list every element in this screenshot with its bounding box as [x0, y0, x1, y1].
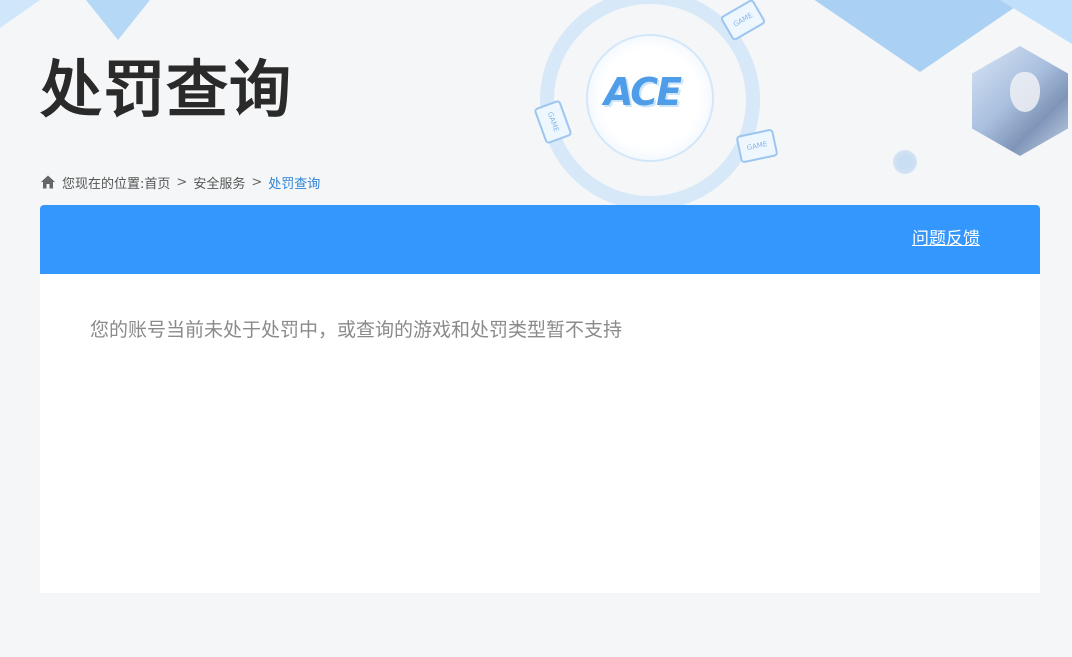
- page-title: 处罚查询: [40, 53, 293, 126]
- breadcrumb-prefix: 您现在的位置:: [62, 176, 145, 192]
- decor-bubble: [893, 150, 917, 174]
- panel-header: 问题反馈: [40, 205, 1040, 274]
- breadcrumb-home-link[interactable]: 首页: [144, 173, 170, 192]
- character-face-decor: [1010, 72, 1040, 112]
- panel-body: 您的账号当前未处于处罚中，或查询的游戏和处罚类型暂不支持: [40, 274, 1040, 386]
- breadcrumb-separator: >: [251, 174, 263, 190]
- breadcrumb: 您现在的位置: 首页 > 安全服务 > 处罚查询: [40, 172, 320, 192]
- breadcrumb-separator: >: [176, 174, 188, 190]
- decor-triangle: [70, 0, 166, 40]
- decor-triangle: [1000, 0, 1072, 44]
- decor-triangle: [0, 0, 40, 28]
- page: ACE GAME GAME GAME 处罚查询 您现在的位置: 首页 > 安全服…: [0, 0, 1072, 657]
- feedback-link[interactable]: 问题反馈: [912, 227, 980, 251]
- breadcrumb-security-link[interactable]: 安全服务: [193, 173, 245, 192]
- ace-logo: ACE: [604, 70, 682, 114]
- home-icon: [40, 174, 56, 190]
- breadcrumb-current: 处罚查询: [268, 176, 321, 192]
- result-notice: 您的账号当前未处于处罚中，或查询的游戏和处罚类型暂不支持: [90, 319, 623, 341]
- result-panel: 问题反馈 您的账号当前未处于处罚中，或查询的游戏和处罚类型暂不支持: [40, 205, 1040, 593]
